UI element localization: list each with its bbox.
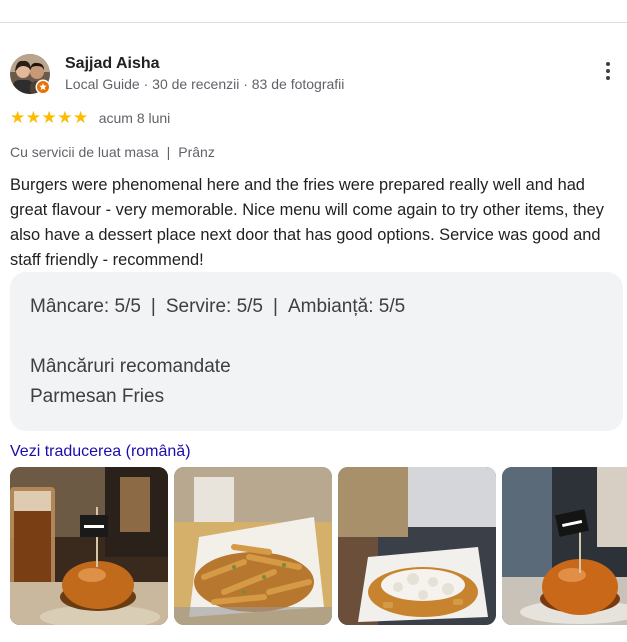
- local-guide-star-icon: [35, 79, 51, 95]
- star-rating: ★★★★★: [10, 108, 89, 127]
- author-name[interactable]: Sajjad Aisha: [65, 55, 160, 73]
- more-vert-icon[interactable]: [600, 62, 616, 88]
- food-score: Mâncare: 5/5: [30, 296, 141, 317]
- recommended-dish: Parmesan Fries: [30, 386, 165, 407]
- avatar[interactable]: [10, 54, 51, 95]
- author-meta[interactable]: Local Guide · 30 de recenzii · 83 de fot…: [65, 76, 344, 92]
- review-text: Burgers were phenomenal here and the fri…: [10, 176, 604, 269]
- rating-row: ★★★★★ acum 8 luni: [10, 109, 170, 127]
- review-photo[interactable]: [10, 467, 168, 625]
- meal-type: Prânz: [178, 144, 215, 160]
- see-translation-link[interactable]: Vezi traducerea (română): [10, 443, 191, 461]
- review-header: Sajjad Aisha Local Guide · 30 de recenzi…: [10, 54, 620, 96]
- review-photo[interactable]: [174, 467, 332, 625]
- service-score: Servire: 5/5: [165, 296, 263, 317]
- score-separator: |: [273, 296, 278, 317]
- review-photo[interactable]: [338, 467, 496, 625]
- scores-line: Mâncare: 5/5 | Servire: 5/5 | Ambianță: 5/5: [30, 296, 405, 318]
- score-separator: |: [150, 296, 156, 317]
- recommended-dishes-title: Mâncăruri recomandate: [30, 356, 231, 377]
- review-details-card: Mâncare: 5/5 | Servire: 5/5 | Ambianță: 5/5 …: [10, 272, 623, 431]
- service-separator: |: [166, 144, 171, 160]
- review-date: acum 8 luni: [98, 110, 171, 126]
- top-divider: [0, 22, 627, 23]
- atmosphere-score: Ambianță: 5/5: [287, 296, 406, 317]
- review-photo[interactable]: [502, 467, 627, 625]
- service-type: Cu servicii de luat masa: [10, 144, 159, 160]
- review-photos: [10, 467, 627, 625]
- service-info: Cu servicii de luat masa | Prânz: [10, 144, 215, 160]
